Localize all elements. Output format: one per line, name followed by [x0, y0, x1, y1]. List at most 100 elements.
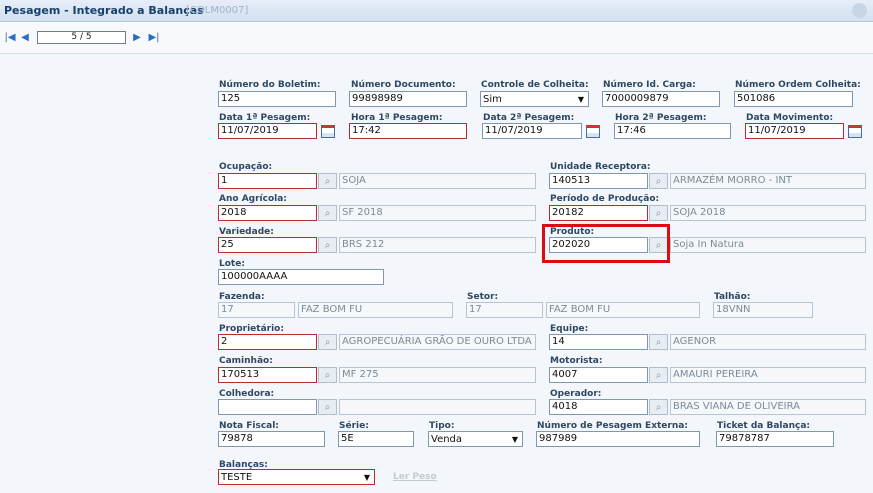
ocupacao-desc-field: SOJA [339, 173, 536, 189]
equipe-code-field[interactable]: 14 [549, 334, 648, 350]
equipe-desc-field: AGENOR [670, 334, 866, 350]
serie-field[interactable]: 5E [338, 431, 414, 447]
balancas-select[interactable]: TESTE ▼ [218, 469, 375, 485]
data-movimento-field[interactable]: 11/07/2019 [745, 123, 844, 139]
fazenda-label: Fazenda: [219, 292, 265, 302]
hora-1-pesagem-field[interactable]: 17:42 [349, 123, 467, 139]
title-bar: Pesagem - Integrado a Balanças [COLM0007… [0, 0, 873, 22]
proprietario-desc-field: AGROPECUÁRIA GRÃO DE OURO LTDA [339, 334, 536, 350]
numero-boletim-field[interactable]: 125 [218, 91, 336, 107]
proprietario-label: Proprietário: [219, 324, 284, 334]
unidade-receptora-desc-field: ARMAZÉM MORRO - INT [670, 173, 866, 189]
last-record-icon[interactable]: ▶| [147, 30, 161, 44]
search-icon[interactable]: ⌕ [649, 334, 668, 350]
search-icon[interactable]: ⌕ [318, 237, 337, 253]
window-title: Pesagem - Integrado a Balanças [4, 4, 204, 17]
controle-colheita-label: Controle de Colheita: [481, 80, 589, 90]
data-movimento-label: Data Movimento: [746, 113, 834, 123]
motorista-label: Motorista: [550, 356, 603, 366]
calendar-icon[interactable] [318, 123, 337, 139]
nota-fiscal-label: Nota Fiscal: [219, 421, 279, 431]
data-2-pesagem-field[interactable]: 11/07/2019 [482, 123, 582, 139]
dropdown-arrow-icon: ▼ [363, 472, 370, 482]
variedade-label: Variedade: [219, 227, 274, 237]
dropdown-arrow-icon: ▼ [577, 94, 584, 104]
search-icon[interactable]: ⌕ [649, 173, 668, 189]
search-icon[interactable]: ⌕ [318, 399, 337, 415]
equipe-label: Equipe: [550, 324, 589, 334]
ano-agricola-label: Ano Agrícola: [219, 194, 287, 204]
search-icon[interactable]: ⌕ [649, 205, 668, 221]
numero-id-carga-label: Número Id. Carga: [603, 80, 696, 90]
caminhao-label: Caminhão: [219, 356, 273, 366]
ano-agricola-code-field[interactable]: 2018 [218, 205, 317, 221]
screen-code: [COLM0007] [186, 5, 249, 16]
colhedora-desc-field [339, 399, 536, 415]
lote-field[interactable]: 100000AAAA [218, 269, 384, 285]
numero-boletim-label: Número do Boletim: [219, 80, 321, 90]
numero-documento-field[interactable]: 99898989 [349, 91, 467, 107]
motorista-desc-field: AMAURI PEREIRA [670, 367, 866, 383]
search-icon[interactable]: ⌕ [318, 334, 337, 350]
data-2-pesagem-label: Data 2ª Pesagem: [483, 113, 575, 123]
search-icon[interactable]: ⌕ [318, 205, 337, 221]
calendar-icon[interactable] [583, 123, 602, 139]
search-icon[interactable]: ⌕ [318, 367, 337, 383]
unidade-receptora-code-field[interactable]: 140513 [549, 173, 648, 189]
ticket-balanca-label: Ticket da Balança: [717, 421, 810, 431]
record-navigation-toolbar: |◀ ◀ 5 / 5 ▶ ▶| [0, 22, 873, 54]
fazenda-code-field: 17 [218, 302, 295, 318]
operador-code-field[interactable]: 4018 [549, 399, 648, 415]
numero-ordem-colheita-field[interactable]: 501086 [734, 91, 853, 107]
setor-label: Setor: [467, 292, 499, 302]
ticket-balanca-field[interactable]: 79878787 [716, 431, 834, 447]
periodo-producao-code-field[interactable]: 20182 [549, 205, 648, 221]
numero-id-carga-field[interactable]: 7000009879 [602, 91, 720, 107]
operador-desc-field: BRAS VIANA DE OLIVEIRA [670, 399, 866, 415]
search-icon[interactable]: ⌕ [649, 399, 668, 415]
variedade-desc-field: BRS 212 [339, 237, 536, 253]
produto-desc-field: Soja In Natura [670, 237, 866, 253]
setor-desc-field: FAZ BOM FU [546, 302, 700, 318]
close-icon[interactable] [852, 3, 867, 18]
calendar-icon[interactable] [845, 123, 864, 139]
tipo-select[interactable]: Venda ▼ [428, 431, 523, 447]
controle-colheita-select[interactable]: Sim ▼ [480, 91, 589, 107]
tipo-label: Tipo: [429, 421, 455, 431]
colhedora-label: Colhedora: [219, 389, 275, 399]
colhedora-code-field[interactable] [218, 399, 317, 415]
hora-2-pesagem-label: Hora 2ª Pesagem: [615, 113, 707, 123]
variedade-code-field[interactable]: 25 [218, 237, 317, 253]
numero-pesagem-externa-field[interactable]: 987989 [536, 431, 700, 447]
caminhao-code-field[interactable]: 170513 [218, 367, 317, 383]
caminhao-desc-field: MF 275 [339, 367, 536, 383]
fazenda-desc-field: FAZ BOM FU [298, 302, 453, 318]
data-1-pesagem-field[interactable]: 11/07/2019 [218, 123, 317, 139]
balancas-value: TESTE [221, 471, 253, 483]
next-record-icon[interactable]: ▶ [130, 30, 144, 44]
periodo-producao-desc-field: SOJA 2018 [670, 205, 866, 221]
previous-record-icon[interactable]: ◀ [18, 30, 32, 44]
talhao-label: Talhão: [714, 292, 751, 302]
ler-peso-link[interactable]: Ler Peso [393, 472, 437, 482]
nota-fiscal-field[interactable]: 79878 [218, 431, 325, 447]
search-icon[interactable]: ⌕ [318, 173, 337, 189]
proprietario-code-field[interactable]: 2 [218, 334, 317, 350]
data-1-pesagem-label: Data 1ª Pesagem: [219, 113, 311, 123]
unidade-receptora-label: Unidade Receptora: [550, 162, 651, 172]
operador-label: Operador: [550, 389, 602, 399]
motorista-code-field[interactable]: 4007 [549, 367, 648, 383]
dropdown-arrow-icon: ▼ [511, 434, 518, 444]
first-record-icon[interactable]: |◀ [3, 30, 17, 44]
record-indicator[interactable]: 5 / 5 [37, 31, 126, 44]
lote-label: Lote: [219, 259, 245, 269]
hora-2-pesagem-field[interactable]: 17:46 [614, 123, 731, 139]
numero-ordem-colheita-label: Número Ordem Colheita: [735, 80, 861, 90]
numero-pesagem-externa-label: Número de Pesagem Externa: [537, 421, 688, 431]
produto-highlight-box [542, 224, 670, 263]
search-icon[interactable]: ⌕ [649, 367, 668, 383]
talhao-field: 18VNN [713, 302, 813, 318]
periodo-producao-label: Período de Produção: [550, 194, 660, 204]
ocupacao-code-field[interactable]: 1 [218, 173, 317, 189]
ano-agricola-desc-field: SF 2018 [339, 205, 536, 221]
